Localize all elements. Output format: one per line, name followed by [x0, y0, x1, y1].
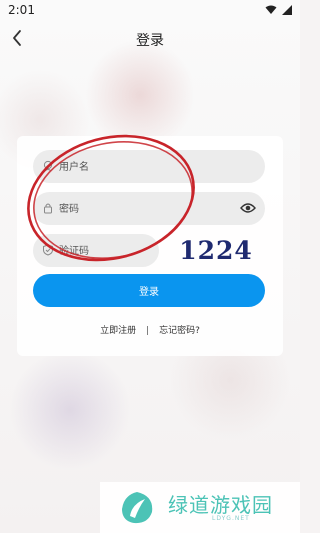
user-icon	[43, 160, 53, 171]
status-time: 2:01	[8, 3, 35, 17]
login-button[interactable]: 登录	[33, 274, 265, 307]
captcha-field[interactable]	[33, 234, 159, 269]
auth-links: 立即注册 | 忘记密码?	[17, 323, 283, 336]
app-header: 登录	[0, 22, 300, 58]
wifi-icon	[265, 5, 277, 14]
page-title: 登录	[136, 33, 164, 49]
username-input[interactable]	[57, 150, 241, 185]
lock-icon	[44, 203, 52, 214]
watermark-url: LDYG.NET	[212, 515, 250, 522]
forgot-password-link[interactable]: 忘记密码?	[159, 326, 200, 336]
shield-icon	[43, 244, 53, 256]
watermark-brand: 绿道游戏园	[168, 493, 273, 517]
status-bar: 2:01	[0, 0, 300, 22]
username-field[interactable]	[33, 150, 265, 185]
captcha-code: 1224	[179, 236, 253, 265]
link-separator: |	[146, 326, 150, 336]
password-field[interactable]	[33, 192, 265, 227]
register-link[interactable]: 立即注册	[100, 326, 136, 336]
signal-icon	[282, 5, 292, 15]
login-card: 1224 登录 立即注册 | 忘记密码?	[17, 136, 283, 356]
captcha-input[interactable]	[57, 234, 157, 269]
password-input[interactable]	[57, 192, 241, 227]
captcha-image[interactable]: 1224	[167, 232, 265, 268]
leaf-logo-icon	[122, 492, 153, 524]
watermark: 绿道游戏园 LDYG.NET	[100, 482, 300, 533]
eye-icon[interactable]	[240, 202, 256, 214]
